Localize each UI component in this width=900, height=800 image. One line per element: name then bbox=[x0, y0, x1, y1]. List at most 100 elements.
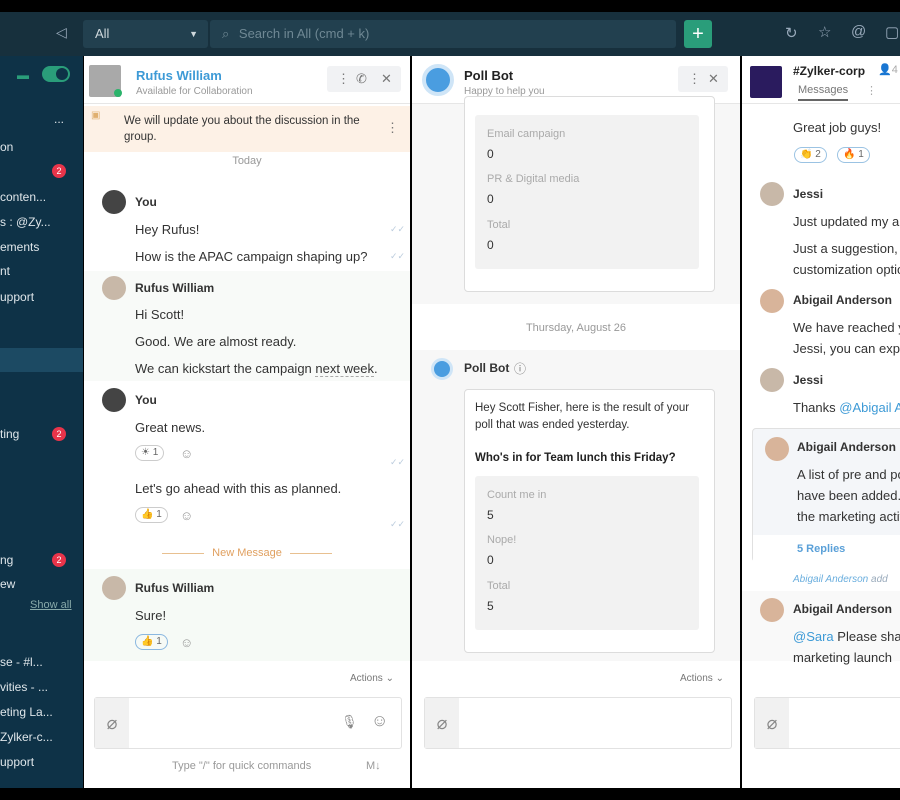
reaction-count: 1 bbox=[152, 447, 159, 458]
online-status-icon bbox=[114, 89, 122, 97]
filter-dropdown[interactable]: All ▼ bbox=[83, 20, 208, 48]
attachment-icon[interactable]: ⌀ bbox=[755, 698, 789, 748]
emoji-icon[interactable]: ☺ bbox=[371, 711, 388, 731]
close-icon[interactable]: ✕ bbox=[381, 71, 392, 87]
info-icon[interactable]: ⓘ bbox=[514, 360, 526, 377]
avatar bbox=[102, 276, 126, 300]
members-icon: 👤4 bbox=[878, 64, 898, 76]
mention[interactable]: @Sara bbox=[793, 629, 834, 644]
sender-name: Rufus William bbox=[135, 281, 215, 295]
unread-badge: 2 bbox=[52, 164, 66, 178]
sidebar-item[interactable]: ements bbox=[0, 237, 83, 257]
sidebar-item[interactable]: ng 2 bbox=[0, 550, 83, 570]
more-options-icon[interactable]: ⋮ bbox=[866, 84, 877, 97]
add-button[interactable]: + bbox=[684, 20, 712, 48]
reaction-fire[interactable]: 🔥 1 bbox=[837, 147, 870, 163]
sidebar-item[interactable]: s : @Zy... bbox=[0, 212, 83, 232]
call-icon[interactable]: ✆ bbox=[356, 71, 367, 87]
info-user[interactable]: Abigail Anderson bbox=[793, 574, 868, 585]
markdown-icon[interactable]: M↓ bbox=[366, 760, 381, 772]
add-reaction-icon[interactable]: ☺ bbox=[180, 635, 193, 650]
poll-intro-text: Hey Scott Fisher, here is the result of … bbox=[475, 402, 690, 431]
bot-avatar bbox=[422, 64, 454, 96]
date-divider: Thursday, August 26 bbox=[525, 322, 627, 334]
avatar bbox=[765, 437, 789, 461]
more-options-icon[interactable]: ⋮ bbox=[386, 120, 399, 136]
mention-icon[interactable]: @ bbox=[851, 23, 866, 40]
message-composer[interactable]: ⌀ bbox=[754, 697, 900, 749]
show-all-link[interactable]: Show all bbox=[30, 599, 72, 611]
actions-dropdown[interactable]: Actions ⌄ bbox=[350, 673, 394, 684]
sidebar-item[interactable]: ew bbox=[0, 574, 83, 594]
header-actions: ⋮ ✕ bbox=[678, 66, 728, 92]
contact-name[interactable]: Rufus William bbox=[136, 68, 222, 83]
sidebar-item[interactable]: se - #l... bbox=[0, 652, 83, 672]
attachment-icon[interactable]: ⌀ bbox=[95, 698, 129, 748]
sidebar-item[interactable]: vities - ... bbox=[0, 677, 83, 697]
calendar-icon[interactable]: ▢ bbox=[885, 23, 899, 41]
close-icon[interactable]: ✕ bbox=[708, 71, 719, 87]
avatar bbox=[102, 190, 126, 214]
reaction-thumbs-up[interactable]: 👍 1 bbox=[135, 634, 168, 650]
info-text: add bbox=[871, 574, 888, 585]
sidebar-item-selected[interactable] bbox=[0, 348, 83, 372]
attachment-icon[interactable]: ⌀ bbox=[425, 698, 459, 748]
pinned-text: We will update you about the discussion … bbox=[124, 115, 360, 143]
microphone-icon[interactable]: 🎙 bbox=[341, 714, 358, 730]
chat-panel-rufus: Rufus William Available for Collaboratio… bbox=[84, 56, 410, 788]
sidebar-item[interactable]: nt bbox=[0, 261, 83, 281]
message-text: We have reached y bbox=[793, 320, 900, 335]
pinned-message[interactable]: ▣ We will update you about the discussio… bbox=[84, 106, 410, 152]
status-toggle[interactable] bbox=[42, 66, 70, 82]
sidebar-item[interactable]: 2 bbox=[0, 161, 83, 181]
sidebar-item[interactable]: eting La... bbox=[0, 702, 83, 722]
read-receipt-icon: ✓✓ bbox=[390, 224, 406, 234]
reaction-clap[interactable]: 👏 2 bbox=[794, 147, 827, 163]
date-link[interactable]: next week bbox=[315, 361, 374, 377]
message-composer[interactable]: ⌀ bbox=[424, 697, 732, 749]
mention[interactable]: @Abigail An bbox=[839, 400, 900, 415]
message-text: the marketing activ bbox=[797, 509, 900, 524]
chat-panel-pollbot: Poll Bot Happy to help you ⋮ ✕ Email cam… bbox=[412, 56, 740, 788]
message-text: Great job guys! bbox=[793, 120, 882, 135]
message-text: Just updated my ap bbox=[793, 214, 900, 229]
message-composer[interactable]: ⌀ 🎙 ☺ bbox=[94, 697, 402, 749]
sidebar-item[interactable]: upport bbox=[0, 287, 83, 307]
add-reaction-icon[interactable]: ☺ bbox=[180, 508, 193, 523]
reaction-count: 1 bbox=[156, 636, 162, 647]
tab-messages[interactable]: Messages bbox=[798, 84, 849, 101]
reaction-thumbs-up[interactable]: 👍 1 bbox=[135, 507, 168, 523]
sidebar-item[interactable]: Zylker-c... bbox=[0, 727, 83, 747]
thread-card[interactable]: Abigail Anderson A list of pre and po ha… bbox=[752, 428, 900, 562]
channel-name[interactable]: #Zylker-corp bbox=[793, 64, 865, 78]
history-icon[interactable]: ↻ bbox=[785, 24, 798, 42]
sender-name: Poll Bot bbox=[464, 361, 510, 375]
contact-name[interactable]: Poll Bot bbox=[464, 68, 513, 83]
message-text: Just a suggestion, c bbox=[793, 241, 900, 256]
add-reaction-icon[interactable]: ☺ bbox=[180, 446, 193, 461]
chevron-down-icon: ⌄ bbox=[715, 673, 724, 684]
sidebar-item[interactable]: conten... bbox=[0, 187, 83, 207]
more-options-icon[interactable]: ⋮ bbox=[688, 71, 701, 87]
sidebar-item[interactable]: ting 2 bbox=[0, 424, 83, 444]
star-icon[interactable]: ☆ bbox=[818, 23, 831, 41]
more-icon[interactable]: ... bbox=[54, 112, 64, 126]
reaction-count: 1 bbox=[156, 509, 162, 520]
chat-panel-zylker-corp: #Zylker-corp 👤4 Messages ⋮ Great job guy… bbox=[742, 56, 900, 788]
reaction-star[interactable]: ☀ 1 bbox=[135, 445, 165, 461]
speaker-icon[interactable]: ◁ bbox=[56, 24, 67, 41]
screen-icon[interactable]: ▬ bbox=[17, 68, 29, 82]
poll-option-label: Email campaign bbox=[487, 128, 566, 140]
replies-link[interactable]: 5 Replies bbox=[797, 543, 845, 555]
more-options-icon[interactable]: ⋮ bbox=[337, 71, 350, 87]
avatar bbox=[760, 289, 784, 313]
actions-dropdown[interactable]: Actions ⌄ bbox=[680, 673, 724, 684]
message-text: Let's go ahead with this as planned. bbox=[135, 481, 342, 496]
message-text: Hi Scott! bbox=[135, 307, 185, 322]
poll-option-count: 0 bbox=[487, 147, 494, 161]
search-input[interactable]: ⌕ Search in All (cmd + k) bbox=[210, 20, 676, 48]
sidebar-item[interactable]: on bbox=[0, 137, 83, 157]
pin-icon: ▣ bbox=[91, 110, 101, 121]
poll-result-card: Email campaign 0 PR & Digital media 0 To… bbox=[464, 96, 715, 292]
sidebar-item[interactable]: upport bbox=[0, 752, 83, 772]
